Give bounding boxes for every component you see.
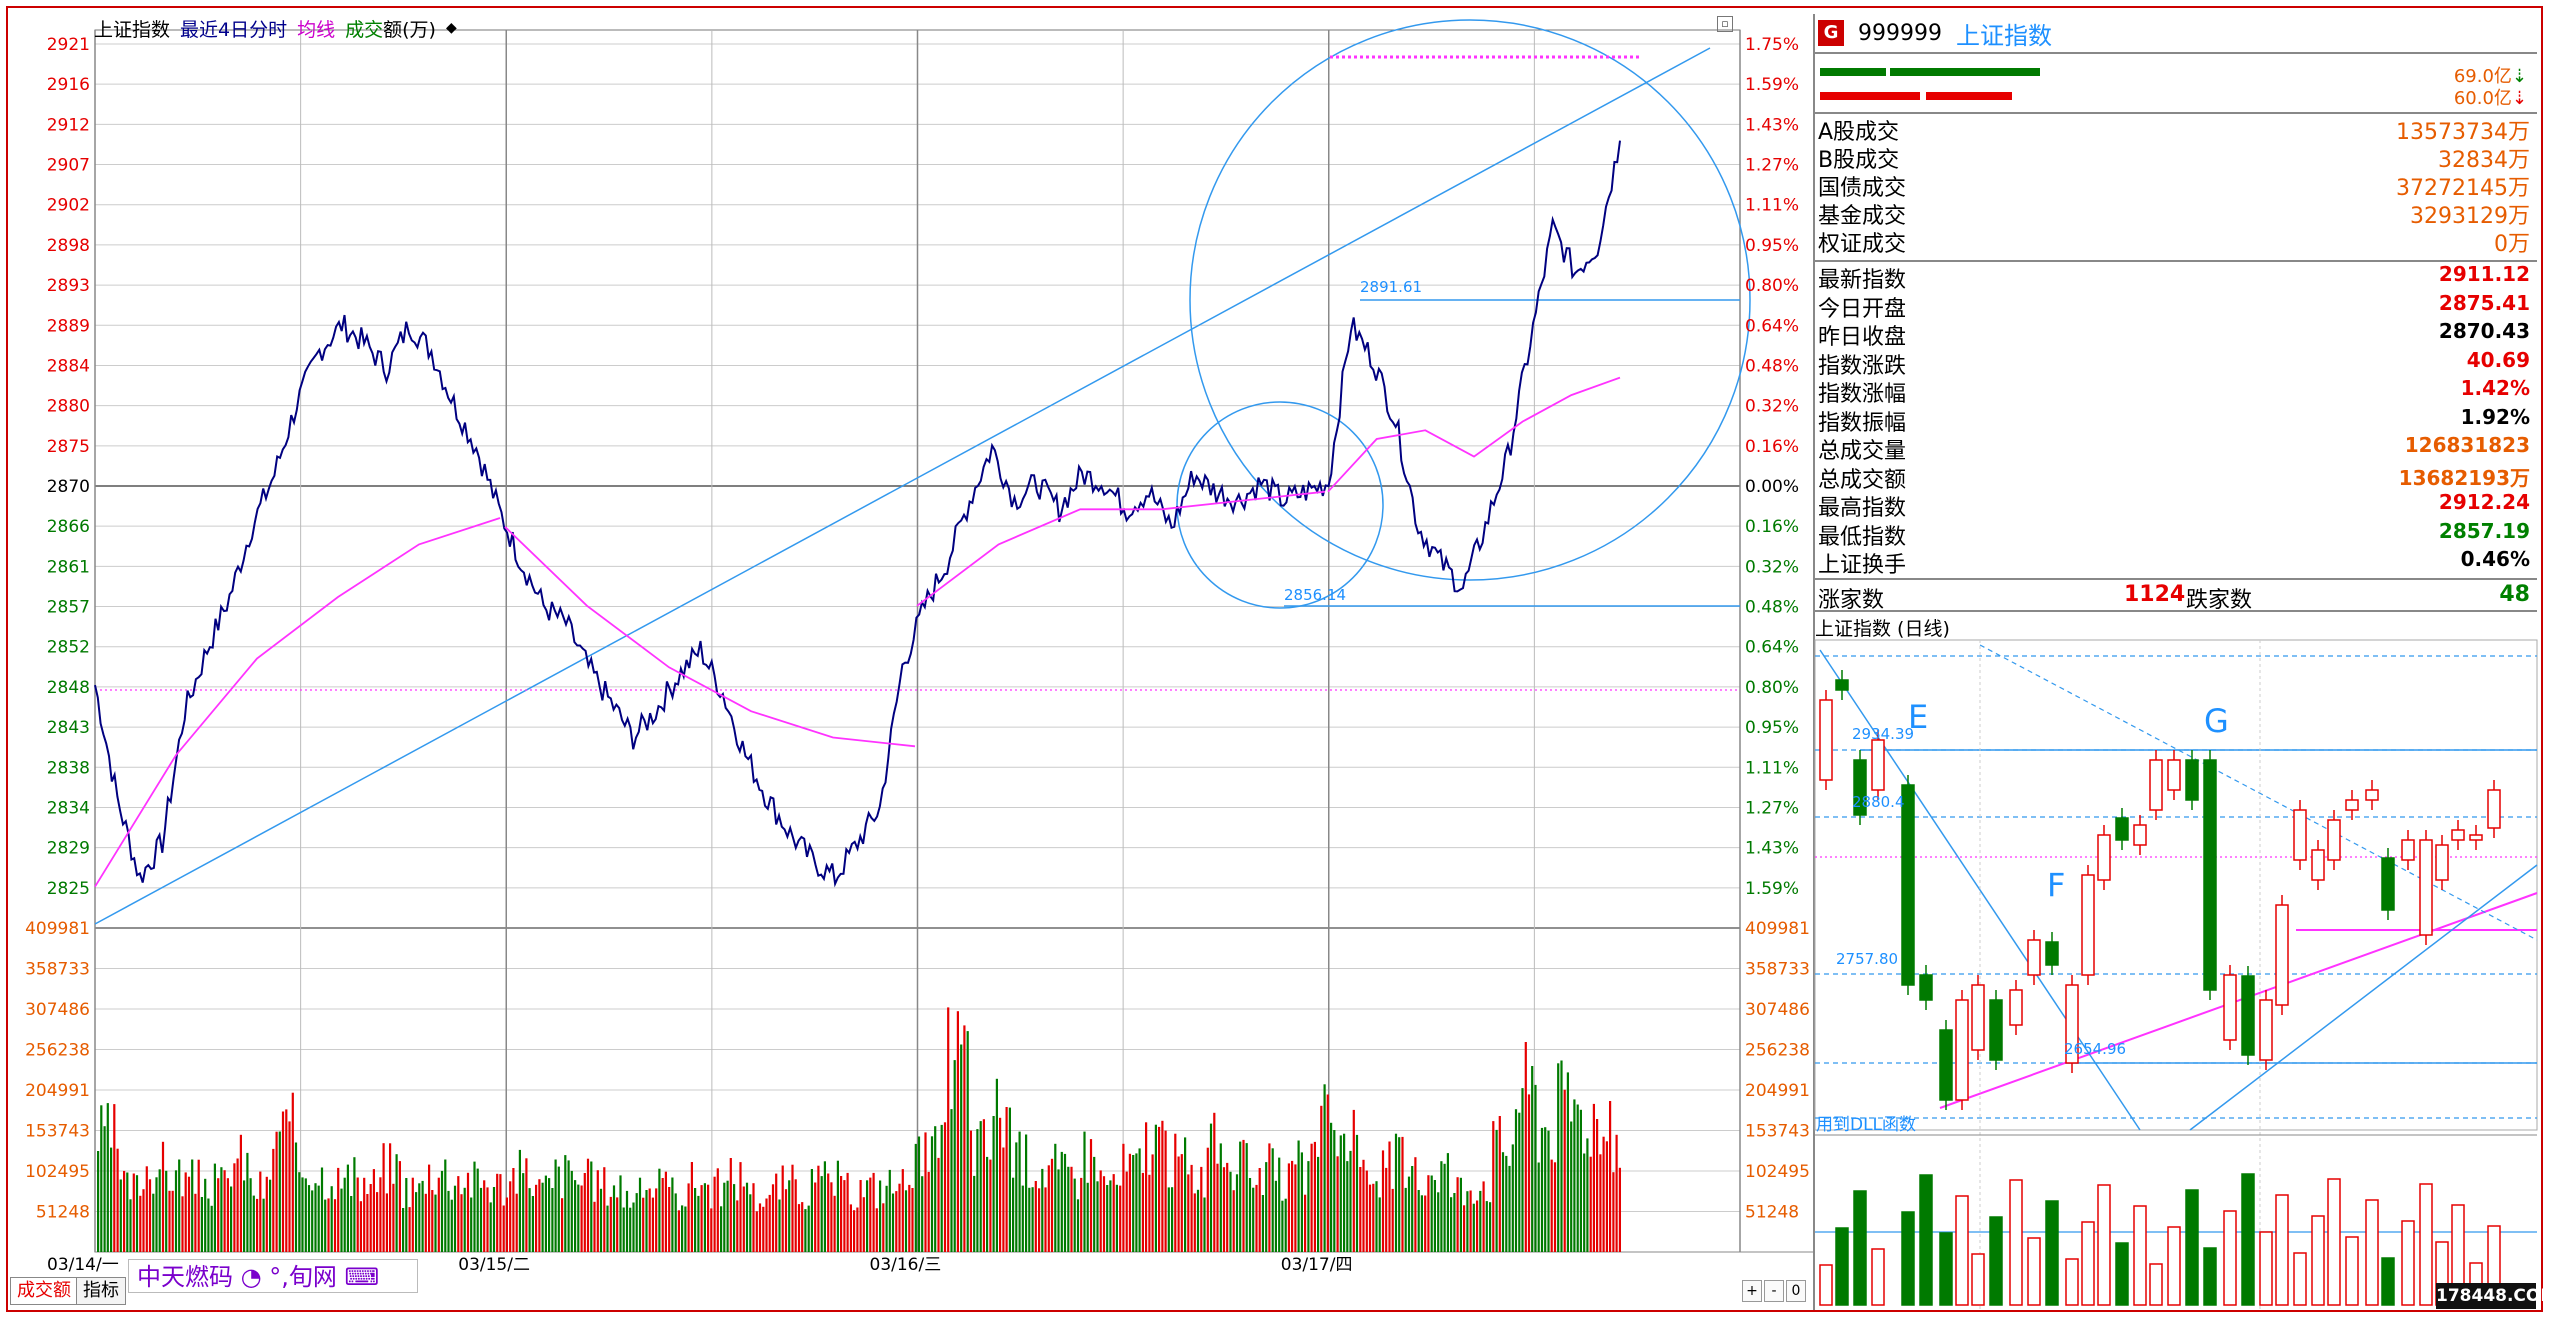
avg-line-label: 均线 [297,18,336,41]
quote-row: 上证换手 0.46% [1818,547,2530,578]
divider [1815,52,2537,54]
quote-label: 指数振幅 [1818,410,1907,436]
quote-value: 1.42% [2460,376,2530,400]
quote-value: 0.46% [2460,547,2530,571]
volume-label: 成交 [345,18,384,41]
rise-count: 1124 [2124,582,2186,607]
quote-label: 最高指数 [1818,496,1907,521]
quote-label: 权证成交 [1818,232,1907,257]
quote-row: 指数涨幅 1.42% [1818,376,2530,407]
quote-row: 国债成交 37272145万 [1818,170,2530,201]
period-label[interactable]: 最近4日分时 [180,15,287,42]
stock-name[interactable]: 上证指数 [1956,16,2052,51]
wave-label-g: G [2204,702,2229,740]
level-label: 2934.39 [1852,725,1915,743]
quote-value: 40.69 [2466,347,2530,372]
sell-power-value: 60.0亿⇣ [2453,88,2527,109]
quote-label: 最新指数 [1818,268,1907,293]
zoom-in-button[interactable]: + [1742,1280,1762,1302]
fall-count: 48 [2499,582,2530,607]
quote-value: 2857.19 [2438,518,2530,543]
quote-value: 1.92% [2460,404,2530,429]
chart-title-bar: 上证指数 最近4日分时 均线 成交 额(万) ◆ [94,15,457,42]
quote-value: 126831823 [2404,433,2530,457]
quote-value: 0万 [2494,232,2530,257]
tab-volume[interactable]: 成交额 [10,1277,78,1305]
quote-value: 2911.12 [2438,262,2530,286]
volume-unit-label: 额(万) [383,18,436,41]
quote-row: 总成交量 126831823 [1818,433,2530,464]
quote-row: 指数振幅 1.92% [1818,404,2530,436]
quote-row: 权证成交 0万 [1818,226,2530,257]
quote-header: G 999999 上证指数 [1818,16,2052,51]
quote-row: 最低指数 2857.19 [1818,518,2530,550]
level-label: 2757.80 [1836,950,1899,968]
reset-zoom-button[interactable]: 0 [1786,1280,1806,1302]
quote-row: 总成交额 13682193万 [1818,462,2530,493]
quote-label: 今日开盘 [1818,296,1907,322]
quote-row: A股成交 13573734万 [1818,114,2530,145]
down-arrow-icon: ⇣ [2511,88,2527,109]
quote-value: 2875.41 [2438,290,2530,315]
chart-title: 上证指数 [94,18,171,41]
tab-indicator[interactable]: 指标 [76,1277,126,1305]
logo: 中天燃码 ◔ °,旬网 ⌨ [128,1259,418,1293]
maximize-icon[interactable]: ▫ [1717,16,1733,32]
level-label: 2654.96 [2064,1040,2127,1058]
wave-label-f: F [2047,866,2066,904]
quote-row: 最新指数 2911.12 [1818,262,2530,293]
settings-diamond-icon[interactable]: ◆ [446,20,457,36]
quote-label: 总成交量 [1818,439,1907,464]
g-badge-icon[interactable]: G [1818,20,1844,46]
watermark: 178448.COM [2436,1283,2549,1309]
quote-value: 2870.43 [2438,319,2530,343]
level-label: 2880.4 [1852,793,1905,811]
advance-decline-row: 涨家数 1124 跌家数 48 [1818,582,2530,613]
low-level-label: 2856.14 [1284,586,1347,604]
quote-row: 最高指数 2912.24 [1818,490,2530,521]
quote-label: 指数涨幅 [1818,382,1907,407]
high-level-label: 2891.61 [1360,278,1423,296]
sell-power-bar [1820,92,1920,100]
quote-row: 指数涨跌 40.69 [1818,347,2530,379]
divider [1815,578,2537,580]
quote-label: 总成交额 [1818,467,1907,493]
dll-note: 用到DLL函数 [1816,1115,1917,1135]
stock-code: 999999 [1858,20,1942,46]
quote-value: 13682193万 [2398,465,2530,490]
quote-row: 今日开盘 2875.41 [1818,290,2530,322]
quote-value: 2912.24 [2438,490,2530,514]
buy-power-bar-2 [1890,68,2040,76]
divider [1815,610,2537,612]
zoom-out-button[interactable]: - [1764,1280,1784,1302]
daily-chart-title: 上证指数 (日线) [1815,618,1950,640]
quote-label: 最低指数 [1818,524,1907,550]
quote-label: 上证换手 [1818,553,1907,578]
quote-row: B股成交 32834万 [1818,142,2530,173]
sell-power-bar-2 [1926,92,2012,100]
buy-power-bar [1820,68,1886,76]
quote-row: 基金成交 3293129万 [1818,198,2530,229]
quote-label: 昨日收盘 [1818,325,1907,350]
quote-row: 昨日收盘 2870.43 [1818,319,2530,350]
quote-label: 指数涨跌 [1818,353,1907,379]
